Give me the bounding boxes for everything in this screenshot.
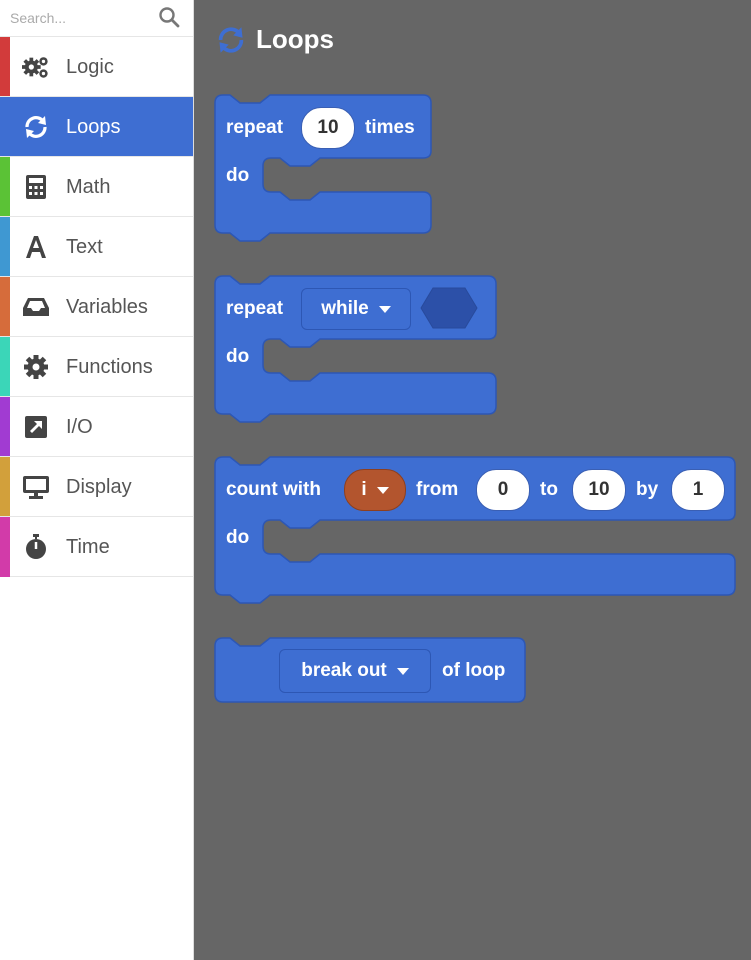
dropdown-value: while [321,298,369,319]
category-color-bar [0,517,10,577]
category-io[interactable]: I/O [0,396,193,457]
gears-icon [22,53,50,81]
toolbox-sidebar: Logic Loops Math [0,0,194,960]
workspace-heading: Loops [216,24,334,55]
category-functions[interactable]: Functions [0,336,193,397]
blocks-workspace[interactable]: Loops repeat 10 times do repeat while do… [194,0,751,960]
category-math[interactable]: Math [0,156,193,217]
calculator-icon [22,173,50,201]
category-color-bar [0,397,10,457]
repeat-label: repeat [226,298,284,319]
category-label: Variables [66,296,148,318]
caret-down-icon [376,486,389,494]
category-logic[interactable]: Logic [0,36,193,97]
repeat-while-block[interactable]: repeat while do [214,275,497,426]
category-color-bar [0,97,10,157]
from-label: from [416,479,459,500]
by-value-input[interactable]: 1 [671,469,725,511]
to-value-input[interactable]: 10 [572,469,626,511]
caret-down-icon [378,305,391,313]
dropdown-value: break out [301,660,387,681]
stopwatch-icon [22,533,50,561]
caret-down-icon [396,667,409,675]
category-label: I/O [66,416,93,438]
loop-icon [22,113,50,141]
inbox-icon [22,293,50,321]
category-color-bar [0,457,10,517]
repeat-count-input[interactable]: 10 [301,107,355,149]
text-icon [22,233,50,261]
do-label: do [226,527,250,548]
category-color-bar [0,37,10,97]
category-label: Loops [66,116,121,138]
category-label: Functions [66,356,153,378]
of-loop-label: of loop [442,660,506,681]
category-label: Text [66,236,103,258]
loop-icon [218,26,244,53]
gear-icon [22,353,50,381]
category-color-bar [0,157,10,217]
variable-name: i [361,479,367,500]
category-label: Math [66,176,111,198]
category-variables[interactable]: Variables [0,276,193,337]
monitor-icon [22,473,50,501]
to-label: to [540,479,558,500]
category-text[interactable]: Text [0,216,193,277]
search-box [0,0,193,36]
break-continue-dropdown[interactable]: break out [279,649,431,693]
arrow-out-icon [22,413,50,441]
category-display[interactable]: Display [0,456,193,517]
category-color-bar [0,337,10,397]
variable-dropdown[interactable]: i [344,469,406,511]
by-label: by [636,479,659,500]
repeat-times-block[interactable]: repeat 10 times do [214,94,432,245]
category-time[interactable]: Time [0,516,193,577]
search-icon[interactable] [158,6,180,28]
category-loops[interactable]: Loops [0,96,193,157]
category-color-bar [0,277,10,337]
category-label: Time [66,536,110,558]
break-out-block[interactable]: break out of loop [214,637,526,708]
from-value-input[interactable]: 0 [476,469,530,511]
repeat-label: repeat [226,117,284,138]
category-color-bar [0,217,10,277]
search-input[interactable] [0,0,160,36]
do-label: do [226,165,250,186]
count-with-label: count with [226,479,321,500]
count-with-block[interactable]: count with i from 0 to 10 by 1 do [214,456,736,607]
category-label: Logic [66,56,114,78]
workspace-title: Loops [256,24,334,54]
do-label: do [226,346,250,367]
times-label: times [365,117,415,138]
category-label: Display [66,476,132,498]
while-until-dropdown[interactable]: while [301,288,411,330]
